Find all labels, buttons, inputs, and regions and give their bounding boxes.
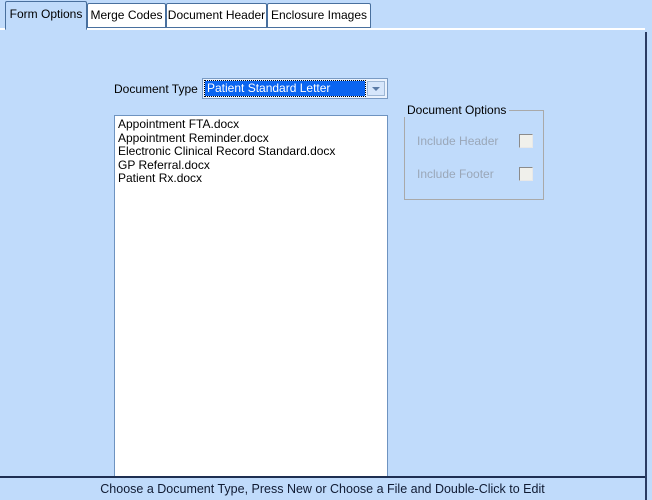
form-body: Document Type Patient Standard Letter Ap… [0,30,645,481]
tab-strip: Form Options Merge Codes Document Header… [0,0,645,31]
tab-enclosure-images[interactable]: Enclosure Images [267,3,371,28]
list-item[interactable]: Patient Rx.docx [117,171,387,186]
include-header-checkbox[interactable] [519,134,533,148]
include-header-label: Include Header [417,134,499,148]
chevron-down-icon [372,86,380,91]
tab-document-header[interactable]: Document Header [166,3,267,28]
tab-form-options[interactable]: Form Options [5,1,87,30]
tab-merge-codes[interactable]: Merge Codes [87,3,166,28]
list-item[interactable]: Electronic Clinical Record Standard.docx [117,144,387,159]
list-item[interactable]: Appointment FTA.docx [117,117,387,132]
document-options-title: Document Options [404,103,510,117]
document-options-groupbox: Include Header Include Footer [404,110,544,200]
document-type-combobox[interactable]: Patient Standard Letter [202,78,388,99]
window-right-edge [645,0,652,500]
list-item[interactable]: GP Referral.docx [117,158,387,173]
include-footer-row[interactable]: Include Footer [405,166,545,184]
list-item[interactable]: Appointment Reminder.docx [117,131,387,146]
include-header-row[interactable]: Include Header [405,133,545,151]
document-type-dropdown-button[interactable] [367,81,385,96]
document-type-selected-value: Patient Standard Letter [204,80,366,97]
form-options-window: Form Options Merge Codes Document Header… [0,0,652,500]
include-footer-label: Include Footer [417,167,494,181]
document-type-label: Document Type [114,82,198,96]
status-bar: Choose a Document Type, Press New or Cho… [0,478,645,500]
document-file-listbox[interactable]: Appointment FTA.docx Appointment Reminde… [114,115,388,481]
tab-enclosure-images-label: Enclosure Images [270,8,368,22]
tab-document-header-label: Document Header [167,8,266,22]
tab-form-options-label: Form Options [9,7,83,21]
tab-merge-codes-label: Merge Codes [90,8,163,22]
include-footer-checkbox[interactable] [519,167,533,181]
